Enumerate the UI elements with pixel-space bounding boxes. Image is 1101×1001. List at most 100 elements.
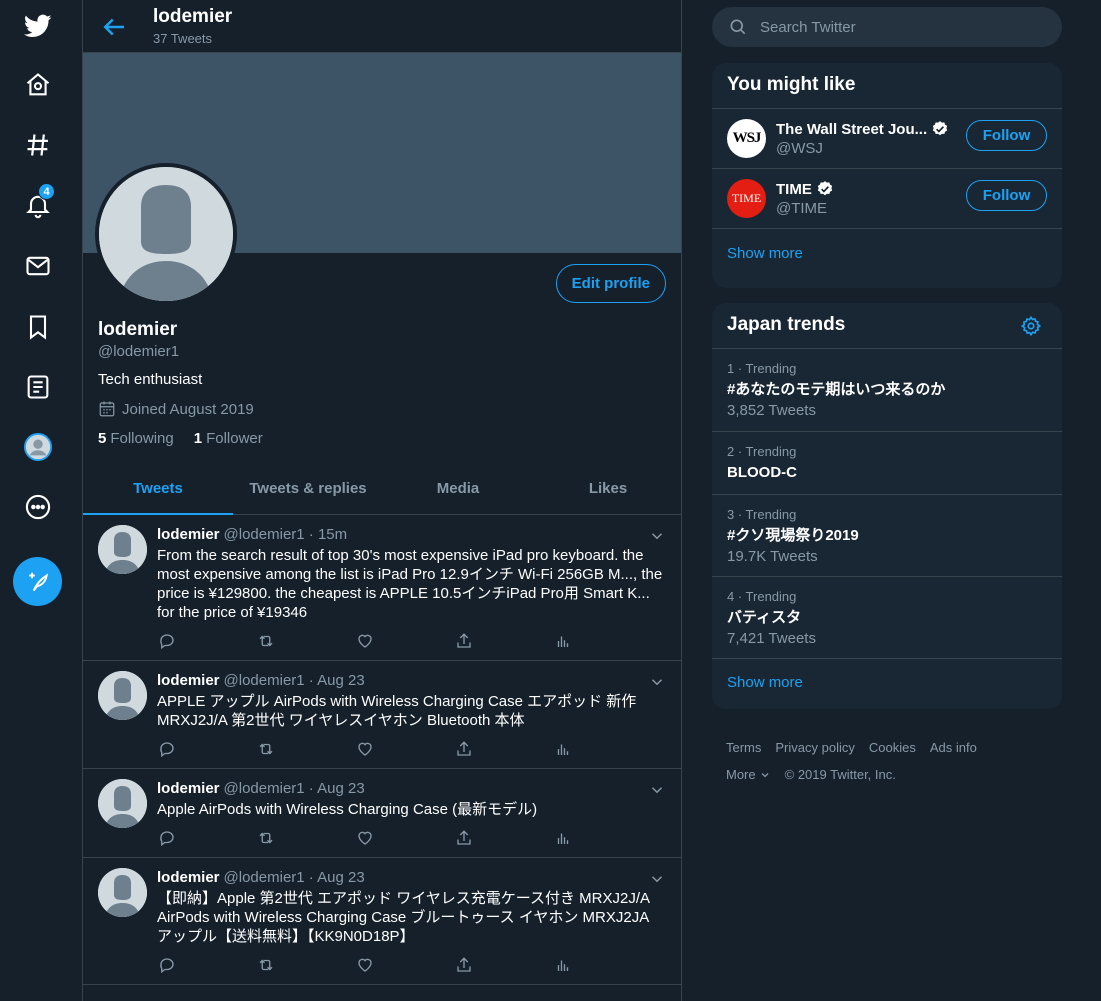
share-icon[interactable]: [454, 740, 553, 758]
bookmarks-icon[interactable]: [12, 303, 64, 351]
like-heart-icon[interactable]: [355, 632, 454, 650]
tweet-avatar[interactable]: [98, 671, 147, 720]
chevron-down-icon[interactable]: [648, 527, 666, 545]
suggested-account-name: The Wall Street Jou...: [776, 120, 928, 138]
tweet[interactable]: lodemier @lodemier1 · 15m From the search…: [83, 515, 681, 661]
show-more-trends-link[interactable]: Show more: [712, 659, 1062, 709]
trend-rank: 2 · Trending: [727, 444, 797, 459]
chevron-down-icon: [761, 772, 769, 777]
search-icon: [730, 19, 746, 35]
search-input[interactable]: [760, 18, 1040, 36]
like-heart-icon[interactable]: [355, 956, 454, 974]
footer-link-privacy[interactable]: Privacy policy: [775, 740, 854, 755]
followers-link[interactable]: 1 Follower: [194, 430, 263, 447]
time-logo: TIME: [727, 179, 766, 218]
back-arrow-icon[interactable]: [99, 12, 129, 42]
trend-tweet-count: 19.7K Tweets: [727, 548, 818, 565]
wsj-logo: WSJ: [727, 119, 766, 158]
left-navigation: 4: [0, 0, 82, 1001]
chevron-down-icon[interactable]: [648, 781, 666, 799]
chevron-down-icon[interactable]: [648, 673, 666, 691]
trend-item[interactable]: 2 · Trending BLOOD-C: [712, 432, 1062, 495]
analytics-icon[interactable]: [553, 829, 652, 847]
tweet-avatar[interactable]: [98, 868, 147, 917]
follow-stats: 5 Following 1 Follower: [98, 430, 263, 447]
tweet-text: From the search result of top 30's most …: [157, 547, 663, 621]
trend-item[interactable]: 3 · Trending #クソ現場祭り2019 19.7K Tweets: [712, 495, 1062, 577]
footer-link-terms[interactable]: Terms: [726, 740, 761, 755]
reply-icon[interactable]: [157, 829, 256, 847]
trend-name: BLOOD-C: [727, 464, 797, 481]
retweet-icon[interactable]: [256, 829, 355, 847]
twitter-logo-icon[interactable]: [12, 2, 64, 50]
retweet-icon[interactable]: [256, 956, 355, 974]
tweet[interactable]: lodemier @lodemier1 · Aug 23 【即納】Apple 第2…: [83, 858, 681, 985]
compose-tweet-button[interactable]: [13, 557, 62, 606]
retweet-icon[interactable]: [256, 632, 355, 650]
you-might-like-panel: You might like WSJ The Wall Street Jou..…: [712, 63, 1062, 288]
share-icon[interactable]: [454, 829, 553, 847]
analytics-icon[interactable]: [553, 956, 652, 974]
footer-link-ads-info[interactable]: Ads info: [930, 740, 977, 755]
messages-envelope-icon[interactable]: [12, 242, 64, 290]
footer-more-menu[interactable]: More: [726, 767, 771, 782]
chevron-down-icon[interactable]: [648, 870, 666, 888]
footer: Terms Privacy policy Cookies Ads info Mo…: [726, 740, 977, 794]
profile-avatar-icon[interactable]: [12, 423, 64, 471]
you-might-like-title: You might like: [712, 63, 1062, 109]
tweet-text: Apple AirPods with Wireless Charging Cas…: [157, 801, 538, 818]
follow-button[interactable]: Follow: [966, 120, 1047, 151]
tweet-meta: @lodemier1 · 15m: [223, 526, 348, 543]
tweet-author-name[interactable]: lodemier: [157, 780, 220, 797]
trend-item[interactable]: 1 · Trending #あなたのモテ期はいつ来るのか 3,852 Tweet…: [712, 349, 1062, 432]
trends-panel: Japan trends 1 · Trending #あなたのモテ期はいつ来るの…: [712, 303, 1062, 709]
verified-badge-icon: [817, 181, 832, 196]
profile-joined-date: Joined August 2019: [98, 400, 254, 418]
tweet[interactable]: lodemier @lodemier1 · Aug 23 Apple AirPod…: [83, 769, 681, 858]
tab-likes[interactable]: Likes: [533, 463, 681, 514]
tweet-author-name[interactable]: lodemier: [157, 869, 220, 886]
trend-item[interactable]: 4 · Trending バティスタ 7,421 Tweets: [712, 577, 1062, 659]
analytics-icon[interactable]: [553, 632, 652, 650]
like-heart-icon[interactable]: [355, 740, 454, 758]
suggested-account[interactable]: TIME TIME @TIME Follow: [712, 169, 1062, 229]
like-heart-icon[interactable]: [355, 829, 454, 847]
show-more-link[interactable]: Show more: [712, 229, 1062, 287]
analytics-icon[interactable]: [553, 740, 652, 758]
follow-button[interactable]: Follow: [966, 180, 1047, 211]
explore-hashtag-icon[interactable]: [12, 121, 64, 169]
notifications-bell-icon[interactable]: 4: [12, 181, 64, 229]
footer-link-cookies[interactable]: Cookies: [869, 740, 916, 755]
trend-rank: 3 · Trending: [727, 507, 797, 522]
verified-badge-icon: [933, 121, 948, 136]
trends-title: Japan trends: [712, 303, 1062, 349]
reply-icon[interactable]: [157, 740, 256, 758]
tab-tweets[interactable]: Tweets: [83, 463, 233, 515]
suggested-account-handle: @WSJ: [776, 140, 823, 157]
notification-count-badge: 4: [38, 183, 55, 200]
suggested-account[interactable]: WSJ The Wall Street Jou... @WSJ Follow: [712, 109, 1062, 169]
reply-icon[interactable]: [157, 956, 256, 974]
edit-profile-button[interactable]: Edit profile: [555, 264, 666, 303]
tweet-avatar[interactable]: [98, 525, 147, 574]
profile-header-bar: lodemier 37 Tweets: [83, 0, 681, 53]
tweet-author-name[interactable]: lodemier: [157, 526, 220, 543]
header-profile-name: lodemier: [153, 6, 233, 27]
profile-name: lodemier: [98, 319, 178, 340]
reply-icon[interactable]: [157, 632, 256, 650]
profile-avatar[interactable]: [95, 163, 237, 305]
tab-tweets-and-replies[interactable]: Tweets & replies: [233, 463, 383, 514]
tweet[interactable]: lodemier @lodemier1 · Aug 23 APPLE アップル A…: [83, 661, 681, 769]
tweet-actions: [157, 730, 666, 768]
following-link[interactable]: 5 Following: [98, 430, 174, 447]
tab-media[interactable]: Media: [383, 463, 533, 514]
tweet-author-name[interactable]: lodemier: [157, 672, 220, 689]
settings-gear-icon[interactable]: [1020, 315, 1042, 337]
retweet-icon[interactable]: [256, 740, 355, 758]
share-icon[interactable]: [454, 632, 553, 650]
home-icon[interactable]: [12, 61, 64, 109]
more-icon[interactable]: [12, 483, 64, 531]
tweet-avatar[interactable]: [98, 779, 147, 828]
share-icon[interactable]: [454, 956, 553, 974]
lists-icon[interactable]: [12, 363, 64, 411]
